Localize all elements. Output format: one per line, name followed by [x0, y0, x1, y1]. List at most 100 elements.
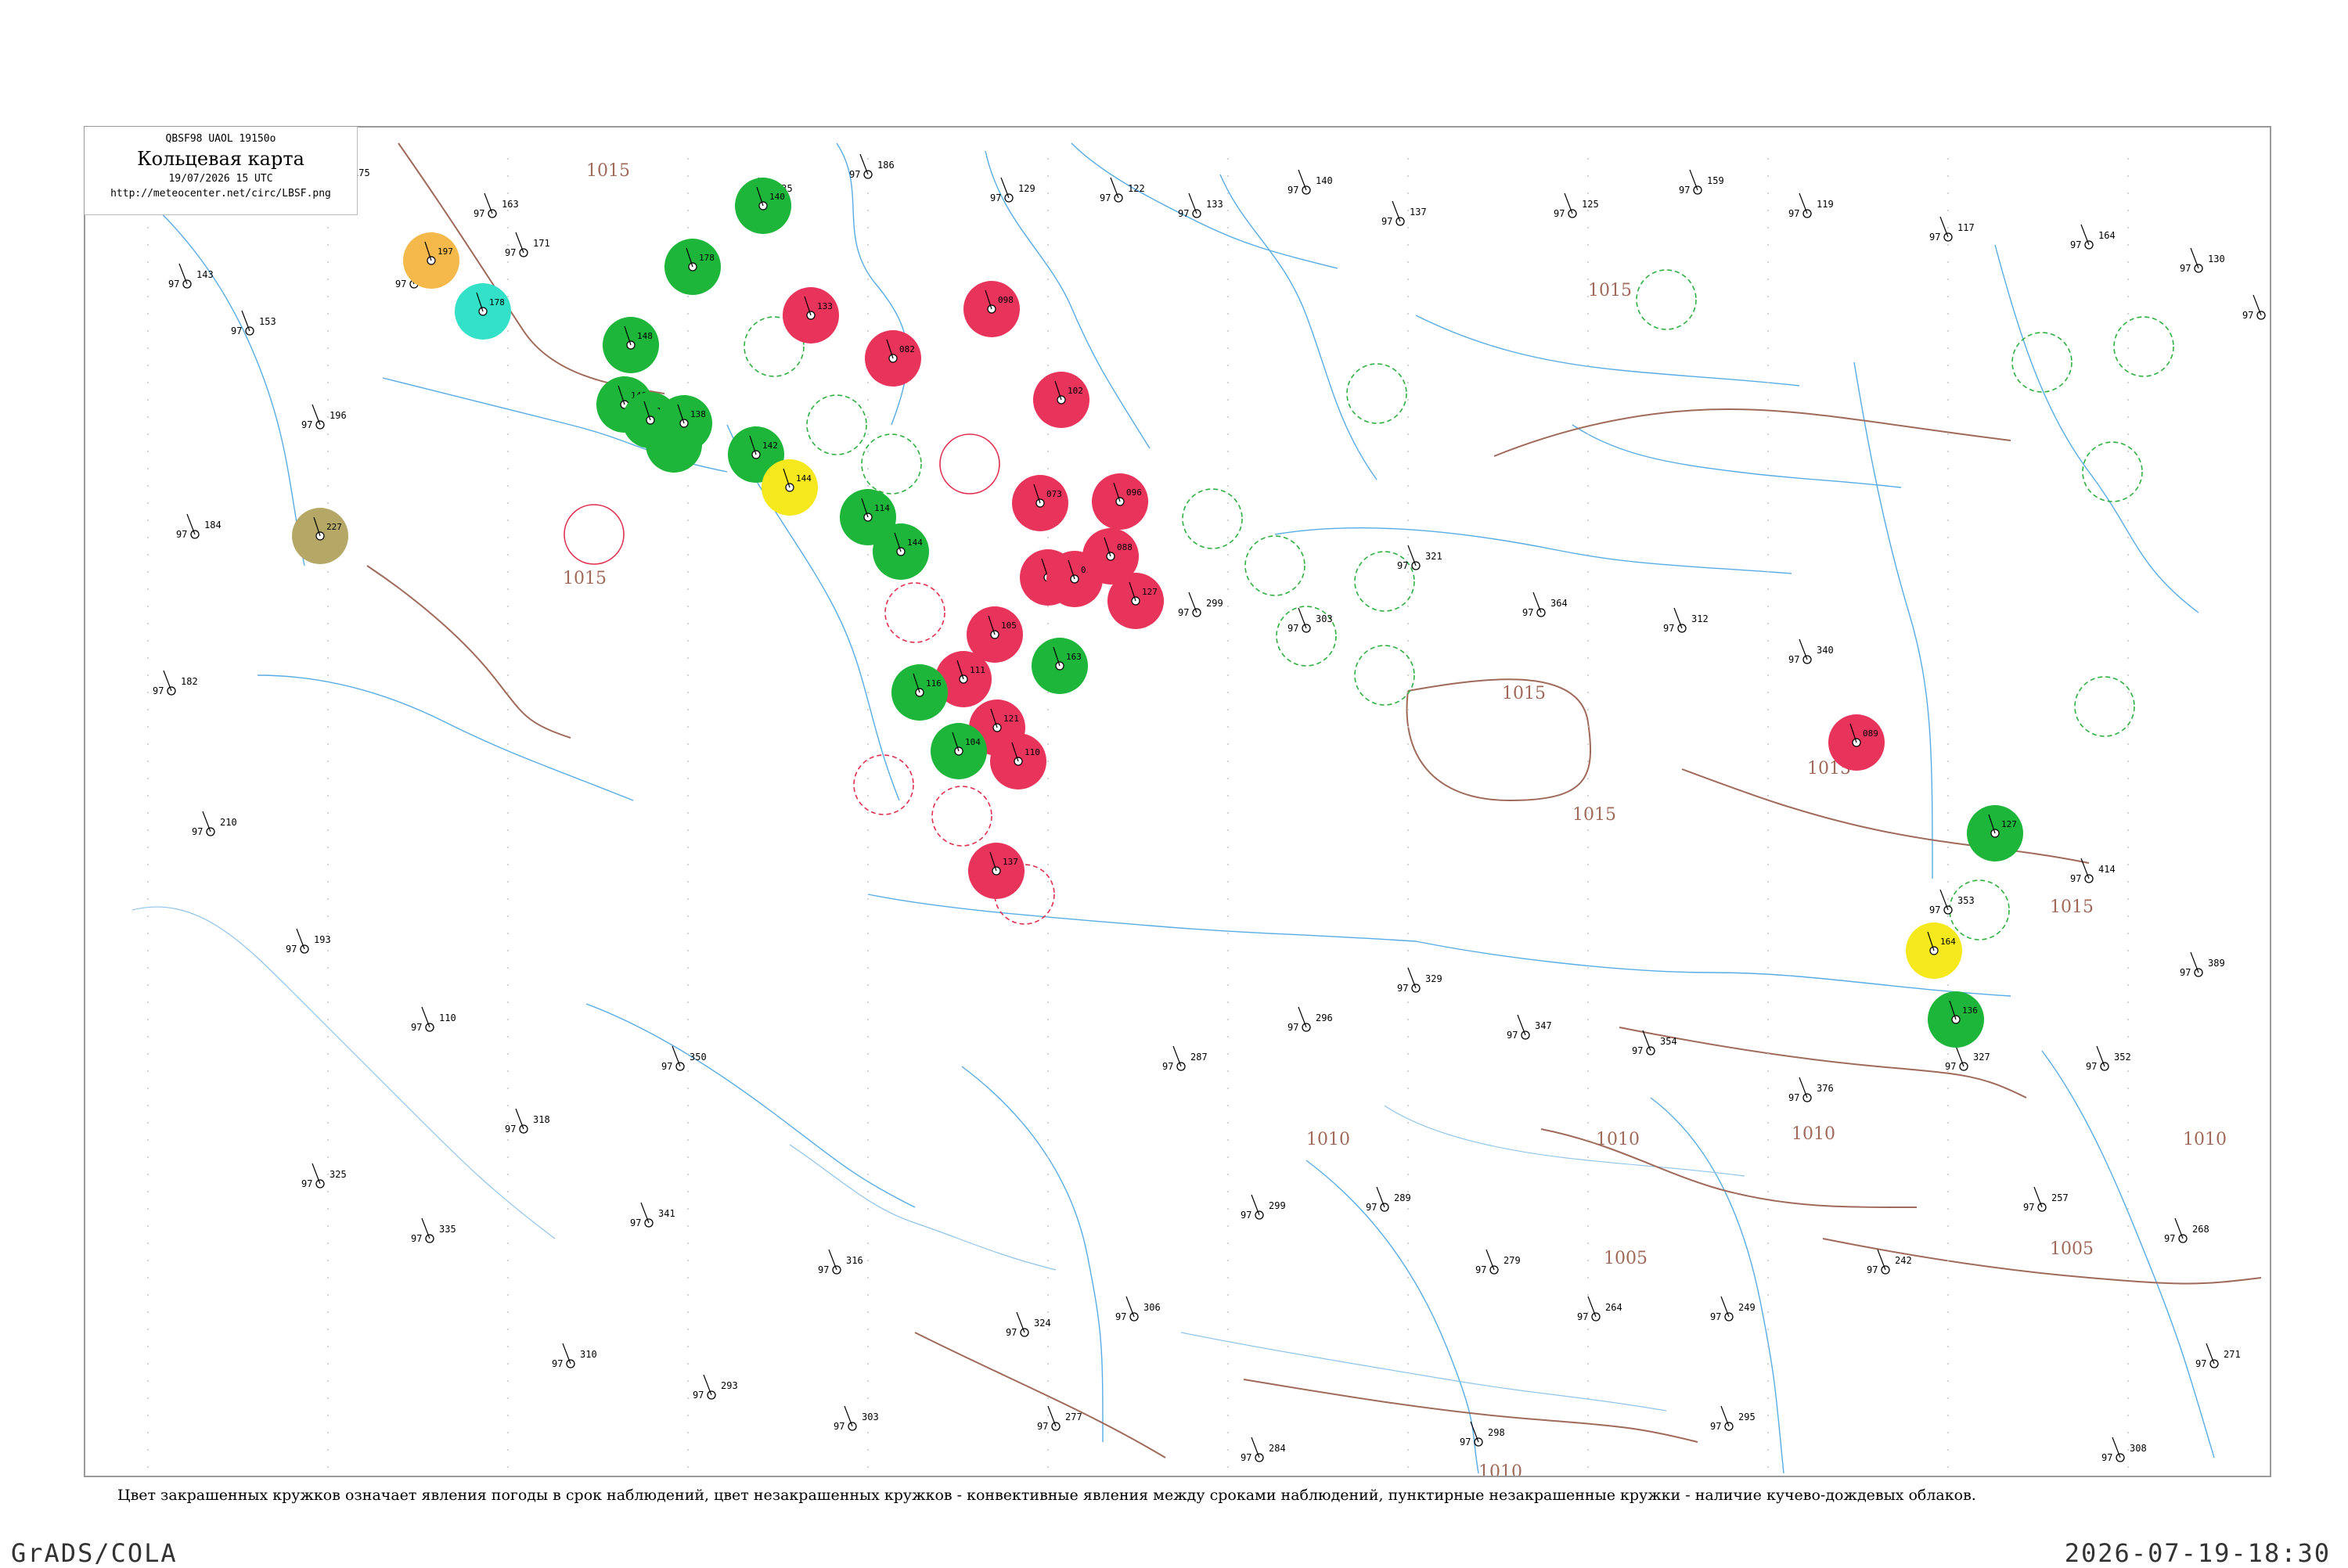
graticule-dot	[1947, 571, 1949, 573]
station-open[interactable]: 186 97	[849, 153, 895, 180]
station-open[interactable]: 117 97	[1929, 216, 1975, 243]
station-open[interactable]: 298 97	[1460, 1421, 1505, 1448]
station-open[interactable]: 287 97	[1162, 1045, 1208, 1072]
station-open[interactable]: 264 97	[1577, 1296, 1622, 1322]
station-yellow[interactable]: 164	[1906, 922, 1962, 979]
station-open[interactable]: 193 97	[286, 928, 331, 955]
station-open[interactable]: 159 97	[1679, 169, 1724, 196]
station-green[interactable]: 178	[664, 239, 721, 295]
station-yellow[interactable]: 144	[762, 459, 818, 516]
station-open[interactable]: 312 97	[1663, 607, 1709, 634]
station-open[interactable]: 318 97	[505, 1108, 550, 1135]
station-open[interactable]: 389 97	[2180, 951, 2225, 978]
graticule-dot	[1947, 726, 1949, 728]
station-green[interactable]: 138	[656, 395, 712, 451]
station-open[interactable]: 296 97	[1287, 1006, 1333, 1033]
station-red[interactable]: 133	[783, 287, 839, 343]
station-open[interactable]: 299 97	[1178, 592, 1223, 618]
station-red[interactable]: 110	[990, 733, 1046, 789]
station-open[interactable]: 164 97	[2070, 224, 2116, 250]
station-green[interactable]: 127	[1967, 805, 2023, 861]
source-url[interactable]: http://meteocenter.net/circ/LBSF.png	[85, 188, 357, 200]
station-open[interactable]: 137 97	[1381, 200, 1427, 227]
station-open[interactable]: 257 97	[2023, 1186, 2069, 1213]
station-red[interactable]: 096	[1092, 473, 1148, 530]
wind-barb	[1673, 607, 1683, 629]
station-open[interactable]: 14197	[2242, 294, 2271, 321]
station-open[interactable]: 341 97	[630, 1202, 675, 1228]
station-open[interactable]: 310 97	[552, 1343, 597, 1369]
station-green[interactable]: 104	[931, 723, 987, 779]
station-open[interactable]: 335 97	[411, 1217, 456, 1244]
station-red[interactable]: 098	[963, 281, 1020, 337]
graticule-dot	[1947, 1397, 1949, 1399]
station-open[interactable]: 306 97	[1115, 1296, 1161, 1322]
station-open[interactable]: 299 97	[1241, 1194, 1286, 1221]
station-open[interactable]: 133 97	[1178, 192, 1223, 219]
station-red[interactable]: 102	[1033, 372, 1089, 428]
station-olive[interactable]: 227	[292, 508, 348, 564]
station-open[interactable]: 210 97	[192, 811, 237, 837]
pressure-value: 163	[1066, 652, 1082, 662]
graticule-dot	[1047, 1449, 1049, 1451]
station-open[interactable]: 329 97	[1397, 967, 1442, 994]
station-open[interactable]: 324 97	[1006, 1311, 1051, 1338]
station-open[interactable]: 119 97	[1788, 192, 1834, 219]
station-open[interactable]: 316 97	[818, 1249, 863, 1275]
wind-barb	[2190, 247, 2199, 269]
graticule-dot	[1047, 1122, 1049, 1124]
station-red[interactable]: 073	[1012, 475, 1068, 531]
station-open[interactable]: 130 97	[2180, 247, 2225, 274]
station-red[interactable]: 137	[968, 843, 1025, 899]
station-open[interactable]: 293 97	[693, 1374, 738, 1401]
station-open[interactable]: 376 97	[1788, 1077, 1834, 1103]
station-open[interactable]: 153 97	[231, 310, 276, 336]
pressure-value: 341	[658, 1208, 675, 1219]
station-green[interactable]: 163	[1032, 638, 1088, 694]
station-cyan[interactable]: 178	[455, 283, 511, 340]
graticule-dot	[147, 847, 149, 848]
graticule-dot	[1047, 1053, 1049, 1055]
station-red[interactable]: 082	[865, 330, 921, 387]
station-open[interactable]: 295 97	[1710, 1405, 1756, 1432]
station-green[interactable]: 116	[891, 664, 948, 721]
graticule-dot	[1587, 812, 1589, 814]
station-orange[interactable]: 197	[403, 232, 459, 289]
station-open[interactable]: 279 97	[1475, 1249, 1521, 1275]
station-open[interactable]: 325 97	[301, 1163, 347, 1189]
station-open[interactable]: 163 97	[474, 192, 519, 219]
station-open[interactable]: 353 97	[1929, 889, 1975, 915]
station-open[interactable]: 352 97	[2086, 1045, 2131, 1072]
temperature-value: 97	[411, 1022, 422, 1033]
station-red[interactable]: 089	[1828, 714, 1885, 771]
station-open[interactable]: 184 97	[176, 513, 221, 540]
station-open[interactable]: 347 97	[1507, 1014, 1552, 1041]
station-green[interactable]: 136	[1928, 991, 1984, 1048]
station-open[interactable]: 289 97	[1366, 1186, 1411, 1213]
station-open[interactable]: 303 97	[1287, 607, 1333, 634]
station-open[interactable]: 308 97	[2101, 1437, 2147, 1463]
station-red[interactable]: 127	[1107, 573, 1164, 629]
station-open[interactable]: 171 97	[505, 232, 550, 258]
station-open[interactable]: 196 97	[301, 404, 347, 430]
station-open[interactable]: 284 97	[1241, 1437, 1286, 1463]
station-open[interactable]: 182 97	[153, 670, 198, 696]
station-open[interactable]: 140 97	[1287, 169, 1333, 196]
station-green[interactable]: 148	[603, 317, 659, 373]
graticule-dot	[1227, 210, 1229, 211]
station-open[interactable]: 110 97	[411, 1006, 456, 1033]
station-open[interactable]: 340 97	[1788, 638, 1834, 665]
station-open[interactable]: 125 97	[1554, 192, 1599, 219]
station-open[interactable]: 364 97	[1522, 592, 1568, 618]
weather-map[interactable]: 1015 1015 1015 1015 1015 1015 1010 1010 1010 1010…	[85, 128, 2271, 1477]
station-open[interactable]: 303 97	[834, 1405, 879, 1432]
station-open[interactable]: 414 97	[2070, 858, 2116, 884]
station-open[interactable]: 129 97	[990, 177, 1035, 203]
station-open[interactable]: 268 97	[2164, 1217, 2209, 1244]
station-open[interactable]: 327 97	[1945, 1045, 1990, 1072]
station-green[interactable]: 144	[873, 523, 929, 580]
station-open[interactable]: 271 97	[2195, 1343, 2241, 1369]
station-green[interactable]: 140	[735, 178, 791, 234]
station-open[interactable]: 249 97	[1710, 1296, 1756, 1322]
station-open[interactable]: 350 97	[661, 1045, 707, 1072]
